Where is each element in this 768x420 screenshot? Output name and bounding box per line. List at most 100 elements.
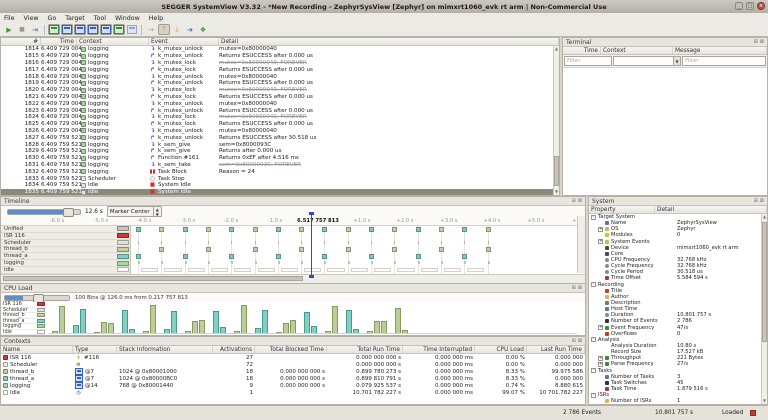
stop-recording-button[interactable]: ■ <box>16 24 28 35</box>
terminal-panel-header[interactable]: Terminal ⊞ ⊠ <box>563 38 767 47</box>
cpuload-bar[interactable] <box>52 330 58 333</box>
cpuload-bar[interactable] <box>374 321 380 333</box>
close-button[interactable]: × <box>757 2 765 10</box>
menu-tool[interactable]: Tool <box>94 15 106 22</box>
context-row[interactable]: thread_a @7 1024 @ 0x80000BC0 18 0.000 000 0… <box>1 375 585 382</box>
event-row[interactable]: 1824 6.409 729 004 logging ↴ k_mutex_lock mut… <box>1 114 553 121</box>
timeline-track-label-logging[interactable]: logging <box>1 260 130 268</box>
plugins-button[interactable]: ❖ <box>197 24 209 35</box>
cpuload-bar[interactable] <box>402 330 408 333</box>
expand-icon[interactable]: + <box>598 361 603 367</box>
start-recording-button[interactable]: ▶ <box>3 24 15 35</box>
close-panel-icon[interactable]: ⊠ <box>578 285 582 291</box>
message-filter-input[interactable]: Filter <box>682 56 766 66</box>
scroll-down-icon[interactable]: ▼ <box>762 398 767 404</box>
window-titlebar[interactable]: SEGGER SystemView V3.32 - *New Recording… <box>0 0 768 14</box>
timeline-tracks[interactable]: Unified ISR 116 Scheduler thread_b thread_a l… <box>1 226 585 274</box>
toggle-contexts-panel-button[interactable] <box>100 24 112 35</box>
cpuload-bar[interactable] <box>108 322 114 333</box>
cpuload-bar[interactable] <box>241 305 247 333</box>
collapse-icon[interactable]: - <box>591 337 596 343</box>
cpuload-bar[interactable] <box>164 328 170 333</box>
events-vertical-scrollbar[interactable]: ▲ ▼ <box>553 46 559 195</box>
event-row[interactable]: 1822 6.409 729 004 logging ↴ k_mutex_unlock m… <box>1 100 553 107</box>
event-row[interactable]: 1814 6.409 729 004 logging ↴ k_mutex_unlock m… <box>1 46 553 53</box>
event-row[interactable]: 1818 6.409 729 004 logging ↴ k_mutex_unlock m… <box>1 73 553 80</box>
collapse-icon[interactable]: - <box>591 368 596 374</box>
context-row[interactable]: thread_b @7 1024 @ 0x80001000 18 0.000 000 0… <box>1 368 585 375</box>
menu-file[interactable]: File <box>4 15 15 22</box>
contexts-panel-header[interactable]: Contexts ⊞ ⊠ <box>1 337 585 346</box>
close-panel-icon[interactable]: ⊠ <box>578 338 582 344</box>
cpuload-bar[interactable] <box>304 312 310 333</box>
timeline-vertical-scrollbar[interactable] <box>577 216 585 273</box>
toggle-events-panel-button[interactable] <box>48 24 60 35</box>
cpuload-bar[interactable] <box>255 327 261 333</box>
event-row[interactable]: 1831 6.409 759 521 logging ↴ k_sem_take sem=0… <box>1 162 553 169</box>
cpuload-bar[interactable] <box>143 330 149 333</box>
cpuload-legend-idle[interactable]: Idle <box>1 329 47 335</box>
context-row[interactable]: ISR 116 ϟ #116 27 0.000 000 000 s 0.000 000 m… <box>1 354 585 361</box>
goto-event-button[interactable]: → <box>145 24 157 35</box>
menu-window[interactable]: Window <box>115 15 140 22</box>
timeline-zoom-slider[interactable] <box>7 207 81 217</box>
cpuload-bar[interactable] <box>346 309 352 333</box>
cpuload-bar[interactable] <box>122 309 128 333</box>
event-row[interactable]: 1827 6.409 759 521 logging ↱ k_mutex_unlock R… <box>1 134 553 141</box>
cpuload-bar[interactable] <box>73 324 79 333</box>
scroll-up-icon[interactable]: ▲ <box>554 46 559 52</box>
menu-view[interactable]: View <box>24 15 39 22</box>
cpuload-bar[interactable] <box>192 321 198 333</box>
cpuload-bar[interactable] <box>283 322 289 333</box>
event-row[interactable]: 1830 6.409 759 521 logging ↱ Function #161 Re… <box>1 155 553 162</box>
cpuload-panel-header[interactable]: CPU Load ⊞ ⊠ <box>1 284 585 293</box>
cpuload-bar[interactable] <box>395 307 401 333</box>
maximize-button[interactable]: □ <box>746 2 754 10</box>
scroll-down-icon[interactable]: ▼ <box>554 189 559 195</box>
collapse-icon[interactable]: - <box>591 392 596 398</box>
save-recording-button[interactable]: ⤓ <box>171 24 183 35</box>
scroll-up-icon[interactable]: ▲ <box>762 214 767 220</box>
expand-icon[interactable]: + <box>598 325 603 331</box>
export-data-button[interactable]: ➔ <box>184 24 196 35</box>
cpuload-bar[interactable] <box>353 328 359 333</box>
event-row[interactable]: 1825 6.409 729 004 logging ↱ k_mutex_lock Ret… <box>1 121 553 128</box>
system-table-header[interactable]: Property Detail <box>589 206 767 214</box>
cpuload-bar[interactable] <box>101 321 107 333</box>
marker-mode-select[interactable]: Marker Center ▲ ▼ <box>106 206 162 217</box>
cpuload-bar[interactable] <box>80 309 86 333</box>
cpuload-bar[interactable] <box>325 330 331 333</box>
toggle-cpuload-panel-button[interactable] <box>87 24 99 35</box>
minimize-button[interactable]: _ <box>735 2 743 10</box>
cpuload-bar[interactable] <box>185 331 191 333</box>
events-table-header[interactable]: # Time Context Event Detail <box>1 38 559 46</box>
toggle-memory-panel-button[interactable] <box>126 24 138 35</box>
expand-icon[interactable]: + <box>598 239 603 245</box>
cpuload-bar[interactable] <box>332 306 338 333</box>
menu-go[interactable]: Go <box>48 15 57 22</box>
cpuload-bar[interactable] <box>367 331 373 333</box>
float-panel-icon[interactable]: ⊞ <box>754 39 758 45</box>
timeline-track-area[interactable] <box>131 226 577 274</box>
time-filter-input[interactable]: Filter <box>564 56 612 66</box>
toggle-timeline-panel-button[interactable] <box>74 24 86 35</box>
float-panel-icon[interactable]: ⊞ <box>572 338 576 344</box>
system-vertical-scrollbar[interactable]: ▲ ▼ <box>761 214 767 404</box>
cpuload-bar[interactable] <box>129 329 135 333</box>
toggle-terminal-panel-button[interactable] <box>61 24 73 35</box>
cpuload-bar[interactable] <box>213 310 219 333</box>
cpuload-bar[interactable] <box>94 331 100 333</box>
event-row[interactable]: 1829 6.409 759 521 logging ↱ k_sem_give Retur… <box>1 148 553 155</box>
close-panel-icon[interactable]: ⊠ <box>760 198 764 204</box>
timeline-panel-header[interactable]: Timeline ⊞ ⊠ <box>1 197 585 206</box>
close-panel-icon[interactable]: ⊠ <box>578 198 582 204</box>
event-row[interactable]: 1817 6.409 729 004 logging ↱ k_mutex_lock Ret… <box>1 66 553 73</box>
event-row[interactable]: 1833 6.409 759 521 Scheduler ○ Task Stop <box>1 175 553 182</box>
cpuload-bar[interactable] <box>171 311 177 333</box>
context-filter-select[interactable]: ▼ <box>613 56 681 66</box>
close-panel-icon[interactable]: ⊠ <box>760 39 764 45</box>
context-row[interactable]: Idle ◷ 1 10.701 782 227 s 0.000 000 ms 99.07 … <box>1 389 585 396</box>
cpuload-chart[interactable] <box>49 302 577 334</box>
event-row[interactable]: 1835 6.409 759 521 Idle ■ System Idle <box>1 188 553 195</box>
timeline-cursor-marker[interactable] <box>309 212 314 278</box>
